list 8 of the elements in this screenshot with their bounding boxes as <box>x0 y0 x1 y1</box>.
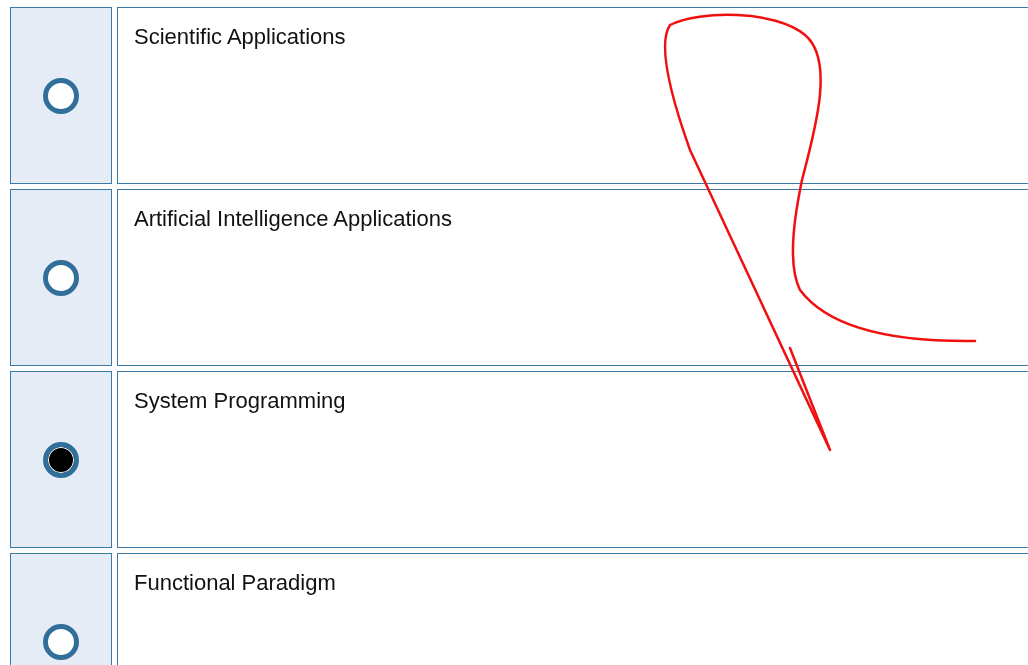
option-label: Artificial Intelligence Applications <box>134 206 452 231</box>
option-label: Scientific Applications <box>134 24 346 49</box>
radio-button[interactable] <box>43 441 79 478</box>
option-label: Functional Paradigm <box>134 570 336 595</box>
option-label: System Programming <box>134 388 346 413</box>
radio-button[interactable] <box>43 77 79 114</box>
radio-button[interactable] <box>43 259 79 296</box>
radio-button[interactable] <box>43 623 79 660</box>
